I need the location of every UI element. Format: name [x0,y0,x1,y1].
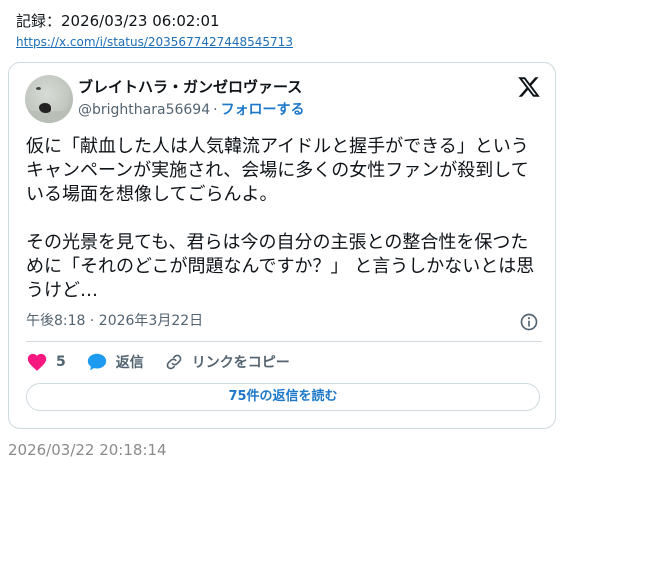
tweet-timestamp[interactable]: 午後8:18 · 2026年3月22日 [26,312,203,330]
like-button[interactable]: 5 [26,351,66,373]
avatar[interactable] [25,75,73,123]
reply-label: 返信 [115,355,144,371]
speech-bubble-icon [87,353,106,371]
reply-button[interactable]: 返信 [86,351,144,373]
record-timestamp: 記録：2026/03/23 06:02:01 [16,12,220,30]
like-count: 5 [56,354,66,370]
follow-button[interactable]: フォローする [221,102,305,118]
source-url-link[interactable]: https://x.com/i/status/20356774274485457… [16,35,293,49]
tweet-text: 仮に「献血した人は人気韓流アイドルと握手ができる」というキャンペーンが実施され、… [26,136,535,301]
heart-icon [27,353,47,371]
x-logo-icon[interactable] [516,75,542,99]
embedded-tweet-card: ブレイトハラ・ガンゼロヴァース @brighthara56694 · フォローする … [8,62,556,429]
author-handle[interactable]: @brighthara56694 [78,102,210,118]
author-handle-row: @brighthara56694 · フォローする [78,100,305,120]
copy-link-label: リンクをコピー [191,355,290,371]
author-display-name[interactable]: ブレイトハラ・ガンゼロヴァース [78,77,302,97]
footer-date: 2026/03/22 20:18:14 [8,441,167,459]
divider [26,341,542,342]
link-icon [166,354,182,370]
handle-separator: · [213,102,218,118]
info-icon[interactable] [519,312,539,332]
tweet-actions: 5 返信 リンクをコピー [26,350,310,374]
read-replies-button[interactable]: 75件の返信を読む [26,383,540,411]
copy-link-button[interactable]: リンクをコピー [164,352,290,372]
